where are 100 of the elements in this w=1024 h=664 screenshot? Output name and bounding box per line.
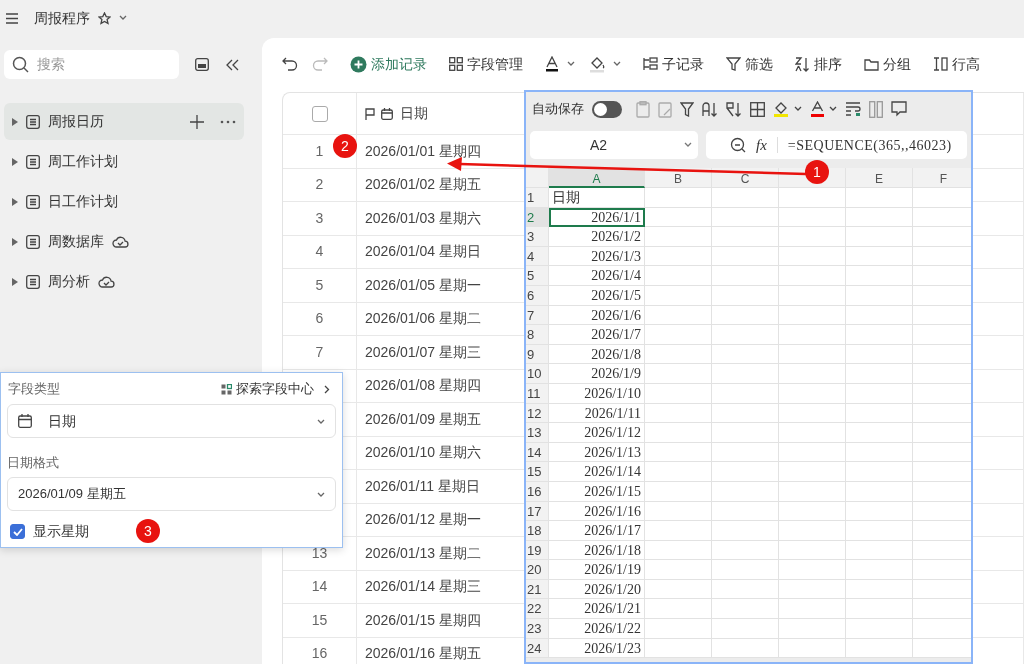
sheet-cell[interactable]: 2026/1/23 <box>549 638 645 659</box>
column-icon[interactable] <box>869 100 883 118</box>
sheet-cell[interactable] <box>645 325 712 345</box>
sheet-cell[interactable] <box>846 246 913 267</box>
sheet-cell[interactable] <box>645 579 712 600</box>
row-header[interactable]: 20 <box>526 560 549 580</box>
name-box[interactable]: A2 <box>530 131 698 159</box>
sheet-cell[interactable] <box>846 403 913 424</box>
toolbar-button[interactable]: 添加记录 <box>350 53 427 75</box>
sheet-cell[interactable] <box>712 344 779 365</box>
sheet-cell[interactable] <box>846 188 913 208</box>
paste-values-icon[interactable] <box>636 100 650 118</box>
sheet-cell[interactable]: 2026/1/6 <box>549 305 645 326</box>
sidebar-item[interactable]: 周数据库 <box>4 223 244 260</box>
sheet-cell[interactable]: 2026/1/9 <box>549 364 645 384</box>
undo-icon[interactable] <box>282 57 298 71</box>
sheet-cell[interactable] <box>779 188 846 208</box>
sheet-cell[interactable] <box>846 285 913 306</box>
sheet-cell[interactable] <box>712 325 779 345</box>
row-header[interactable]: 10 <box>526 364 549 384</box>
field-type-select[interactable]: 日期 <box>7 404 336 438</box>
sheet-cell[interactable] <box>645 246 712 267</box>
sheet-cell[interactable] <box>712 560 779 580</box>
sheet-cell[interactable] <box>846 325 913 345</box>
toolbar-button[interactable]: 行高 <box>933 53 980 75</box>
sheet-cell[interactable] <box>846 207 913 228</box>
sheet-cell[interactable] <box>645 599 712 620</box>
checkbox[interactable] <box>10 524 25 539</box>
sheet-cell[interactable] <box>846 266 913 286</box>
redo-icon[interactable] <box>312 57 328 71</box>
sheet-cell[interactable] <box>712 540 779 561</box>
sheet-cell[interactable] <box>712 423 779 443</box>
sheet-cell[interactable]: 2026/1/7 <box>549 325 645 345</box>
sheet-cell[interactable] <box>645 403 712 424</box>
sheet-cell[interactable] <box>779 266 846 286</box>
sheet-cell[interactable] <box>846 501 913 522</box>
sheet-cell[interactable] <box>779 560 846 580</box>
sheet-cell[interactable] <box>779 521 846 541</box>
sheet-cell[interactable] <box>779 462 846 482</box>
sheet-cell[interactable] <box>712 481 779 502</box>
sheet-cell[interactable] <box>712 364 779 384</box>
sort-ascending-icon[interactable] <box>702 101 718 117</box>
sheet-cell[interactable]: 2026/1/1 <box>549 207 645 228</box>
menu-icon[interactable] <box>6 12 18 24</box>
sheet-cell[interactable] <box>645 442 712 463</box>
border-icon[interactable] <box>750 101 765 117</box>
collapse-icon[interactable] <box>225 58 240 71</box>
sheet-cell[interactable] <box>846 521 913 541</box>
sheet-cell[interactable]: 2026/1/11 <box>549 403 645 424</box>
sheet-cell[interactable] <box>779 227 846 247</box>
sheet-cell[interactable] <box>779 246 846 267</box>
sheet-cell[interactable] <box>645 305 712 326</box>
sheet-cell[interactable] <box>645 364 712 384</box>
sheet-cell[interactable]: 2026/1/2 <box>549 227 645 247</box>
sheet-cell[interactable] <box>779 403 846 424</box>
sidebar-item[interactable]: 日工作计划 <box>4 183 244 220</box>
sheet-cell[interactable] <box>645 521 712 541</box>
sheet-cell[interactable]: 2026/1/3 <box>549 246 645 267</box>
sheet-cell[interactable] <box>846 540 913 561</box>
row-header[interactable]: 3 <box>526 227 549 247</box>
sheet-cell[interactable]: 2026/1/8 <box>549 344 645 365</box>
sheet-cell[interactable] <box>712 638 779 659</box>
row-header[interactable]: 18 <box>526 521 549 541</box>
sheet-cell[interactable] <box>712 521 779 541</box>
filter-icon[interactable] <box>680 101 694 117</box>
row-header[interactable]: 15 <box>526 462 549 482</box>
sheet-cell[interactable] <box>779 207 846 228</box>
fill-color-icon[interactable] <box>589 55 605 73</box>
toolbar-button[interactable]: 字段管理 <box>449 53 523 75</box>
sidebar-item[interactable]: 周分析 <box>4 263 244 300</box>
sheet-cell[interactable] <box>846 481 913 502</box>
sheet-cell[interactable] <box>712 442 779 463</box>
star-icon[interactable] <box>98 11 111 25</box>
sheet-cell[interactable] <box>712 619 779 639</box>
sheet-cell[interactable] <box>779 423 846 443</box>
sheet-cell[interactable] <box>846 344 913 365</box>
sheet-cell[interactable] <box>645 560 712 580</box>
sort-descending-icon[interactable] <box>726 101 742 117</box>
row-header[interactable]: 8 <box>526 325 549 345</box>
sheet-cell[interactable]: 2026/1/20 <box>549 579 645 600</box>
sheet-cell[interactable] <box>645 207 712 228</box>
sheet-cell[interactable] <box>846 599 913 620</box>
sheet-cell[interactable] <box>712 246 779 267</box>
panel-icon[interactable] <box>195 58 209 71</box>
column-header[interactable]: E <box>846 168 913 188</box>
sheet-cell[interactable]: 2026/1/16 <box>549 501 645 522</box>
sheet-cell[interactable] <box>712 285 779 306</box>
sheet-cell[interactable] <box>645 619 712 639</box>
sheet-cell[interactable] <box>846 638 913 659</box>
sheet-cell[interactable] <box>645 462 712 482</box>
select-all-checkbox[interactable] <box>311 105 328 122</box>
row-header[interactable]: 5 <box>526 266 549 286</box>
more-icon[interactable] <box>220 119 236 124</box>
sheet-cell[interactable] <box>846 383 913 404</box>
sheet-cell[interactable] <box>779 501 846 522</box>
row-header[interactable]: 23 <box>526 619 549 639</box>
sheet-cell[interactable] <box>779 481 846 502</box>
sheet-cell[interactable] <box>712 207 779 228</box>
explore-link[interactable]: 探索字段中心 <box>221 379 330 399</box>
sheet-cell[interactable] <box>712 188 779 208</box>
